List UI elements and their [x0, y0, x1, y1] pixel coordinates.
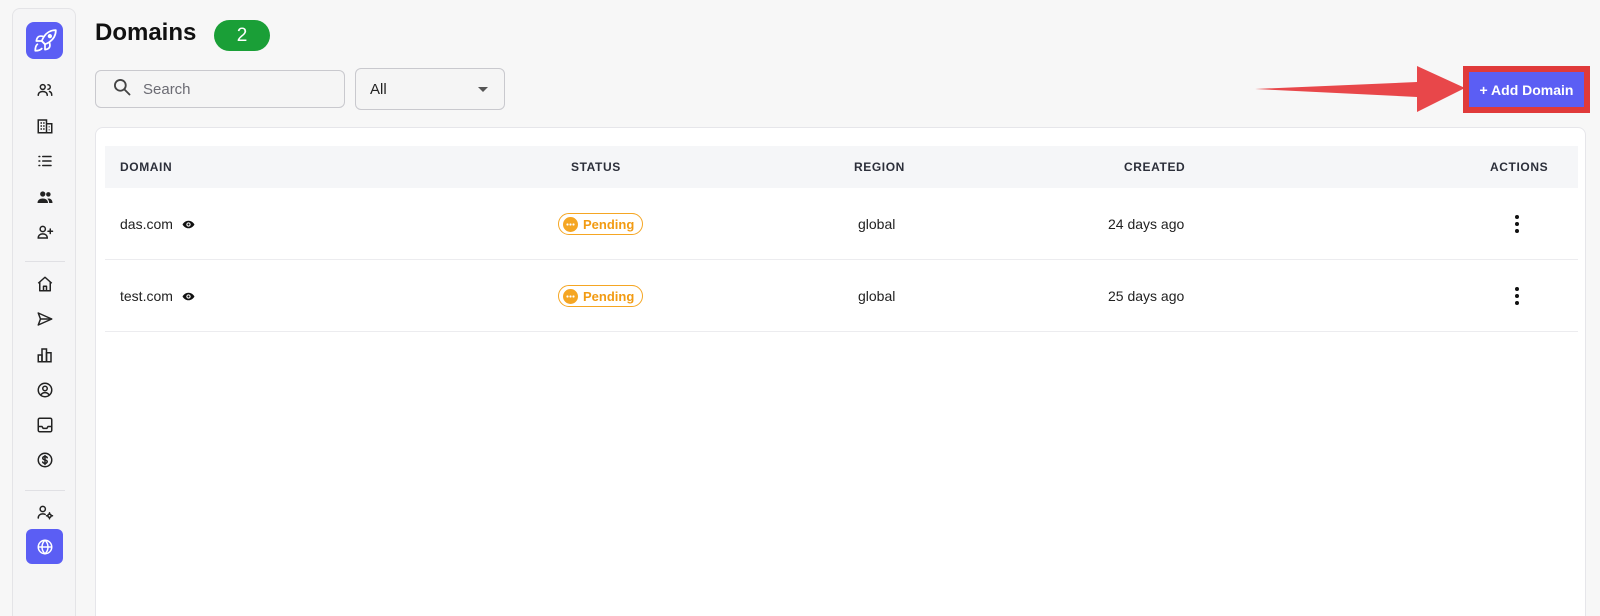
chevron-down-icon [478, 86, 488, 92]
domain-name[interactable]: das.com [120, 216, 173, 232]
search-icon [112, 77, 132, 102]
more-horizontal-icon [563, 216, 578, 232]
list-icon[interactable] [26, 146, 63, 176]
add-user-icon[interactable] [26, 217, 63, 247]
sidebar-divider [25, 261, 65, 262]
status-label: Pending [583, 288, 635, 304]
domain-cell: das.com [120, 188, 195, 260]
group-icon[interactable] [26, 182, 63, 212]
region-cell: global [858, 288, 896, 304]
home-icon[interactable] [26, 269, 63, 299]
more-vertical-icon[interactable] [1515, 215, 1519, 233]
eye-icon[interactable] [182, 218, 195, 231]
more-vertical-icon[interactable] [1515, 287, 1519, 305]
chart-icon[interactable] [26, 340, 63, 370]
filter-selected-value: All [370, 80, 387, 98]
red-arrow-annotation [1255, 66, 1465, 112]
filter-select[interactable]: All [355, 68, 505, 110]
domains-table-card: DOMAIN STATUS REGION CREATED ACTIONS das… [95, 127, 1586, 616]
domain-cell: test.com [120, 260, 195, 332]
column-header-actions: ACTIONS [1490, 160, 1549, 174]
add-domain-button[interactable]: + Add Domain [1469, 72, 1584, 107]
globe-icon[interactable] [26, 529, 63, 564]
count-badge: 2 [214, 20, 270, 51]
send-icon[interactable] [26, 304, 63, 334]
dollar-icon[interactable] [26, 445, 63, 475]
actions-cell [1515, 188, 1519, 260]
region-cell: global [858, 216, 896, 232]
search-field[interactable] [95, 70, 345, 108]
column-header-created[interactable]: CREATED [1124, 146, 1185, 188]
status-cell: Pending [558, 188, 644, 260]
created-cell: 25 days ago [1108, 288, 1185, 304]
column-header-domain[interactable]: DOMAIN [120, 146, 172, 188]
created-cell: 24 days ago [1108, 216, 1185, 232]
column-header-status[interactable]: STATUS [571, 146, 621, 188]
search-input[interactable] [143, 80, 323, 98]
table-row[interactable]: test.com Pending global 25 days ago [105, 260, 1578, 332]
sidebar-divider [25, 490, 65, 491]
users-icon[interactable] [26, 75, 63, 105]
column-header-region[interactable]: REGION [854, 146, 905, 188]
domain-name[interactable]: test.com [120, 288, 173, 304]
building-icon[interactable] [26, 111, 63, 141]
inbox-icon[interactable] [26, 410, 63, 440]
more-horizontal-icon [563, 288, 578, 304]
status-cell: Pending [558, 260, 644, 332]
eye-icon[interactable] [182, 290, 195, 303]
rocket-logo-icon[interactable] [26, 22, 63, 59]
status-label: Pending [583, 216, 635, 232]
sidebar [12, 8, 76, 616]
actions-cell [1515, 260, 1519, 332]
page-title: Domains [95, 19, 197, 46]
status-badge: Pending [558, 285, 644, 307]
table-header: DOMAIN STATUS REGION CREATED ACTIONS [105, 146, 1578, 188]
table-row[interactable]: das.com Pending global 24 days ago [105, 188, 1578, 260]
user-settings-icon[interactable] [26, 497, 63, 527]
status-badge: Pending [558, 213, 644, 235]
profile-icon[interactable] [26, 375, 63, 405]
